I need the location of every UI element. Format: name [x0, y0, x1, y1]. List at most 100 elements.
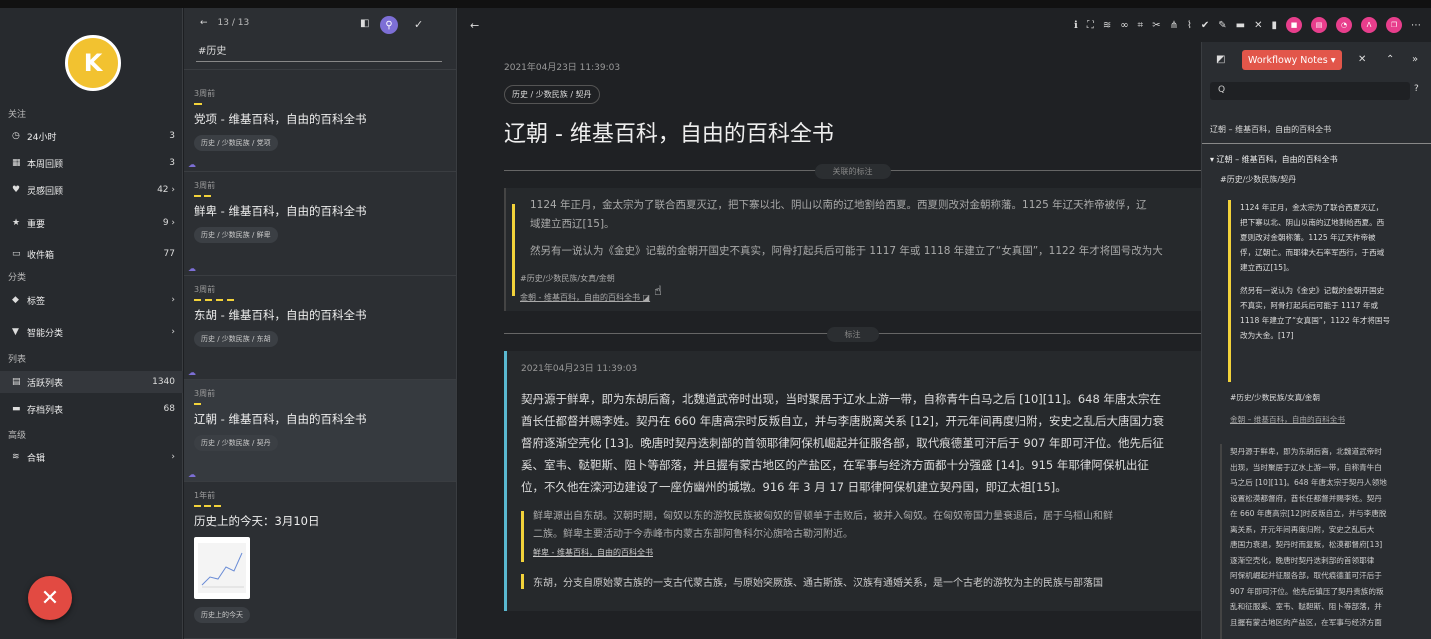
sidebar-item-week[interactable]: ▦ 本周回顾 3 [0, 152, 183, 174]
tag-chip[interactable]: 历史 / 少数民族 / 党项 [194, 135, 278, 151]
search-icon: Q [1218, 85, 1226, 95]
sub-quote[interactable]: 鲜卑源出自东胡。汉朝时期，匈奴以东的游牧民族被匈奴的冒顿单于击败后，被并入匈奴。… [521, 508, 1193, 562]
sidebar-item-tags[interactable]: ◆ 标签 › [0, 289, 183, 311]
sidebar-item-smart[interactable]: ▼ 智能分类 › [0, 321, 183, 343]
outline-link-2[interactable]: 金朝 – 维基百科，自由的百科全书 [1230, 414, 1345, 425]
tag-chip[interactable]: 历史 / 少数民族 / 东胡 [194, 331, 278, 347]
copy-icon[interactable]: ❐ [1386, 17, 1402, 33]
cloud-icon: ☁ [188, 264, 196, 273]
trash-icon[interactable]: ▮ [1271, 20, 1277, 31]
section-follow: 关注 [8, 110, 27, 120]
note-card[interactable]: 2021年04月23日 11:39:03 契丹源于鲜卑，即为东胡后裔，北魏道武帝… [504, 351, 1201, 611]
back-arrow-icon[interactable]: ← [200, 18, 208, 28]
list-counter: 13 / 13 [217, 18, 250, 28]
app-window: K 关注 ◷ 24小时 3 ▦ 本周回顾 3 ♥ 灵感回顾 42 › ★ 重要 9 › ▭ 收件箱… [0, 0, 1431, 639]
expand-right-icon[interactable]: » [1412, 54, 1418, 65]
page-title: 辽朝 - 维基百科，自由的百科全书 [504, 122, 834, 147]
tag-chip[interactable]: 历史 / 少数民族 / 鲜卑 [194, 227, 278, 243]
list-item[interactable]: 3周前 辽朝 - 维基百科，自由的百科全书 历史 / 少数民族 / 契丹 ☁ [184, 380, 456, 482]
share-app-icon-2[interactable]: ▤ [1311, 17, 1327, 33]
highlight-bar [194, 403, 201, 405]
collapse-up-icon[interactable]: ⌃ [1386, 54, 1394, 65]
filter-icon: ▼ [12, 327, 19, 337]
share-app-icon-3[interactable]: ◔ [1336, 17, 1352, 33]
panel-icon[interactable]: ◩ [1216, 54, 1225, 65]
sidebar-item-collection[interactable]: ≋ 合辑 › [0, 446, 183, 468]
sub-quote-link[interactable]: 鲜卑 - 维基百科，自由的百科全书 [533, 544, 1193, 562]
search-icon[interactable]: ⚲ [380, 16, 398, 34]
outline-tag[interactable]: #历史/少数民族/契丹 [1220, 174, 1296, 185]
list-item[interactable]: 3周前 党项 - 维基百科，自由的百科全书 历史 / 少数民族 / 党项 ☁ [184, 80, 456, 172]
highlight-bar [521, 511, 524, 562]
sidebar-item-inspiration[interactable]: ♥ 灵感回顾 42 › [0, 179, 183, 201]
close-fab-button[interactable]: ✕ [28, 576, 72, 620]
tag-chip[interactable]: 历史上的今天 [194, 607, 250, 623]
outline-body: 契丹源于鲜卑，即为东胡后裔，北魏道武帝时 出现，当时聚居于辽水上游一带，自称青牛… [1220, 444, 1424, 639]
more-icon[interactable]: ⋯ [1411, 20, 1421, 31]
sidebar: K 关注 ◷ 24小时 3 ▦ 本周回顾 3 ♥ 灵感回顾 42 › ★ 重要 9 › ▭ 收件箱… [0, 8, 183, 639]
toolbar: ← ℹ ⛶ ≋ ∞ ⌗ ✂ ⋔ ⌇ ✔ ✎ ▬ ✕ ▮ ■ ▤ ◔ ᐱ ❐ ⋯ [458, 8, 1431, 42]
mouse-cursor-icon: ☝ [654, 284, 662, 299]
panel-search-input[interactable]: Q [1210, 82, 1410, 100]
toolbar-icons: ℹ ⛶ ≋ ∞ ⌗ ✂ ⋔ ⌇ ✔ ✎ ▬ ✕ ▮ ■ ▤ ◔ ᐱ ❐ ⋯ [1074, 17, 1421, 33]
list-item[interactable]: 3周前 鲜卑 - 维基百科，自由的百科全书 历史 / 少数民族 / 鲜卑 ☁ [184, 172, 456, 276]
pen-icon[interactable]: ✎ [1218, 20, 1226, 31]
section-category: 分类 [8, 273, 27, 283]
tag-chip[interactable]: 历史 / 少数民族 / 契丹 [194, 435, 278, 451]
close-icon[interactable]: ✕ [1254, 20, 1262, 31]
highlight-bar [1228, 200, 1231, 382]
broom-icon[interactable]: ⌇ [1187, 20, 1192, 31]
crop-icon[interactable]: ⌗ [1138, 20, 1144, 31]
chart-thumbnail-icon [198, 543, 246, 593]
section-list: 列表 [8, 355, 27, 365]
pdf-icon[interactable]: ᐱ [1361, 17, 1377, 33]
check-all-icon[interactable]: ✔ [1201, 20, 1209, 31]
list-counter-row: ← 13 / 13 [200, 18, 249, 28]
archive-icon: ▬ [12, 404, 21, 414]
outline-bullet[interactable]: ▾ 辽朝 – 维基百科，自由的百科全书 [1210, 154, 1338, 165]
workflowy-panel: ◩ Workflowy Notes ▾ ✕ ⌃ » Q ? 辽朝 – 维基百科，… [1201, 42, 1431, 639]
panel-toggle-icon[interactable]: ◧ [360, 18, 369, 29]
sidebar-item-inbox[interactable]: ▭ 收件箱 77 [0, 243, 183, 265]
sidebar-item-active[interactable]: ▤ 活跃列表 1340 [0, 371, 183, 393]
cloud-icon: ☁ [188, 160, 196, 169]
sidebar-item-24h[interactable]: ◷ 24小时 3 [0, 125, 183, 147]
sidebar-item-archive[interactable]: ▬ 存档列表 68 [0, 398, 183, 420]
cloud-icon: ☁ [188, 368, 196, 377]
workflowy-notes-button[interactable]: Workflowy Notes ▾ [1242, 50, 1342, 70]
link-icon[interactable]: ∞ [1120, 20, 1128, 31]
related-quote[interactable]: 1124 年正月，金太宗为了联合西夏灭辽，把下寨以北、阴山以南的辽地割给西夏。西… [504, 188, 1201, 311]
sub-quote-2[interactable]: 东胡，分支自原始蒙古族的一支古代蒙古族，与原始突厥族、通古斯族、汉族有通婚关系，… [521, 574, 1193, 589]
search-input[interactable]: #历史 [196, 42, 442, 62]
tag-icon: ◆ [12, 295, 19, 305]
back-arrow-icon[interactable]: ← [470, 19, 479, 32]
layers-icon: ≋ [12, 452, 20, 462]
layers-icon[interactable]: ≋ [1103, 20, 1111, 31]
avatar[interactable]: K [65, 35, 121, 91]
tree-icon[interactable]: ⋔ [1170, 20, 1178, 31]
quote-tag[interactable]: #历史/少数民族/女真/金朝 [520, 273, 1193, 284]
expand-icon[interactable]: ⛶ [1087, 20, 1094, 31]
window-top-strip [0, 0, 1431, 8]
inbox-icon: ▭ [12, 249, 21, 259]
doc-date: 2021年04月23日 11:39:03 [504, 63, 621, 73]
sidebar-item-important[interactable]: ★ 重要 9 › [0, 212, 183, 234]
check-icon[interactable]: ✓ [414, 18, 423, 31]
archive-icon[interactable]: ▬ [1236, 20, 1245, 31]
help-icon[interactable]: ? [1414, 84, 1419, 94]
list-item[interactable]: 1年前 历史上的今天：3月10日 历史上的今天 [184, 482, 456, 639]
notes-divider: 标注 [504, 325, 1201, 342]
cut-icon[interactable]: ✂ [1152, 20, 1160, 31]
close-icon[interactable]: ✕ [1358, 54, 1366, 65]
note-list: ← 13 / 13 ◧ ⚲ ✓ #历史 3周前 党项 - 维基百科，自由的百科全… [184, 8, 457, 639]
info-icon[interactable]: ℹ [1074, 20, 1078, 31]
outline-quote: 1124 年正月，金太宗为了联合西夏灭辽， 把下寨以北、阴山以南的辽地割给西夏。… [1228, 200, 1424, 382]
quote-link[interactable]: 金朝 - 维基百科，自由的百科全书 ◪ [520, 292, 1193, 303]
doc-tag-path[interactable]: 历史 / 少数民族 / 契丹 [504, 85, 600, 104]
note-paragraph: 契丹源于鲜卑，即为东胡后裔，北魏道武帝时出现，当时聚居于辽水上游一带，自称青牛白… [521, 392, 1165, 494]
list-item[interactable]: 3周前 东胡 - 维基百科，自由的百科全书 历史 / 少数民族 / 东胡 ☁ [184, 276, 456, 380]
list-icon: ▤ [12, 377, 21, 387]
share-app-icon-1[interactable]: ■ [1286, 17, 1302, 33]
outline-tag-2[interactable]: #历史/少数民族/女真/金朝 [1230, 392, 1320, 403]
thumbnail-image [194, 537, 250, 599]
